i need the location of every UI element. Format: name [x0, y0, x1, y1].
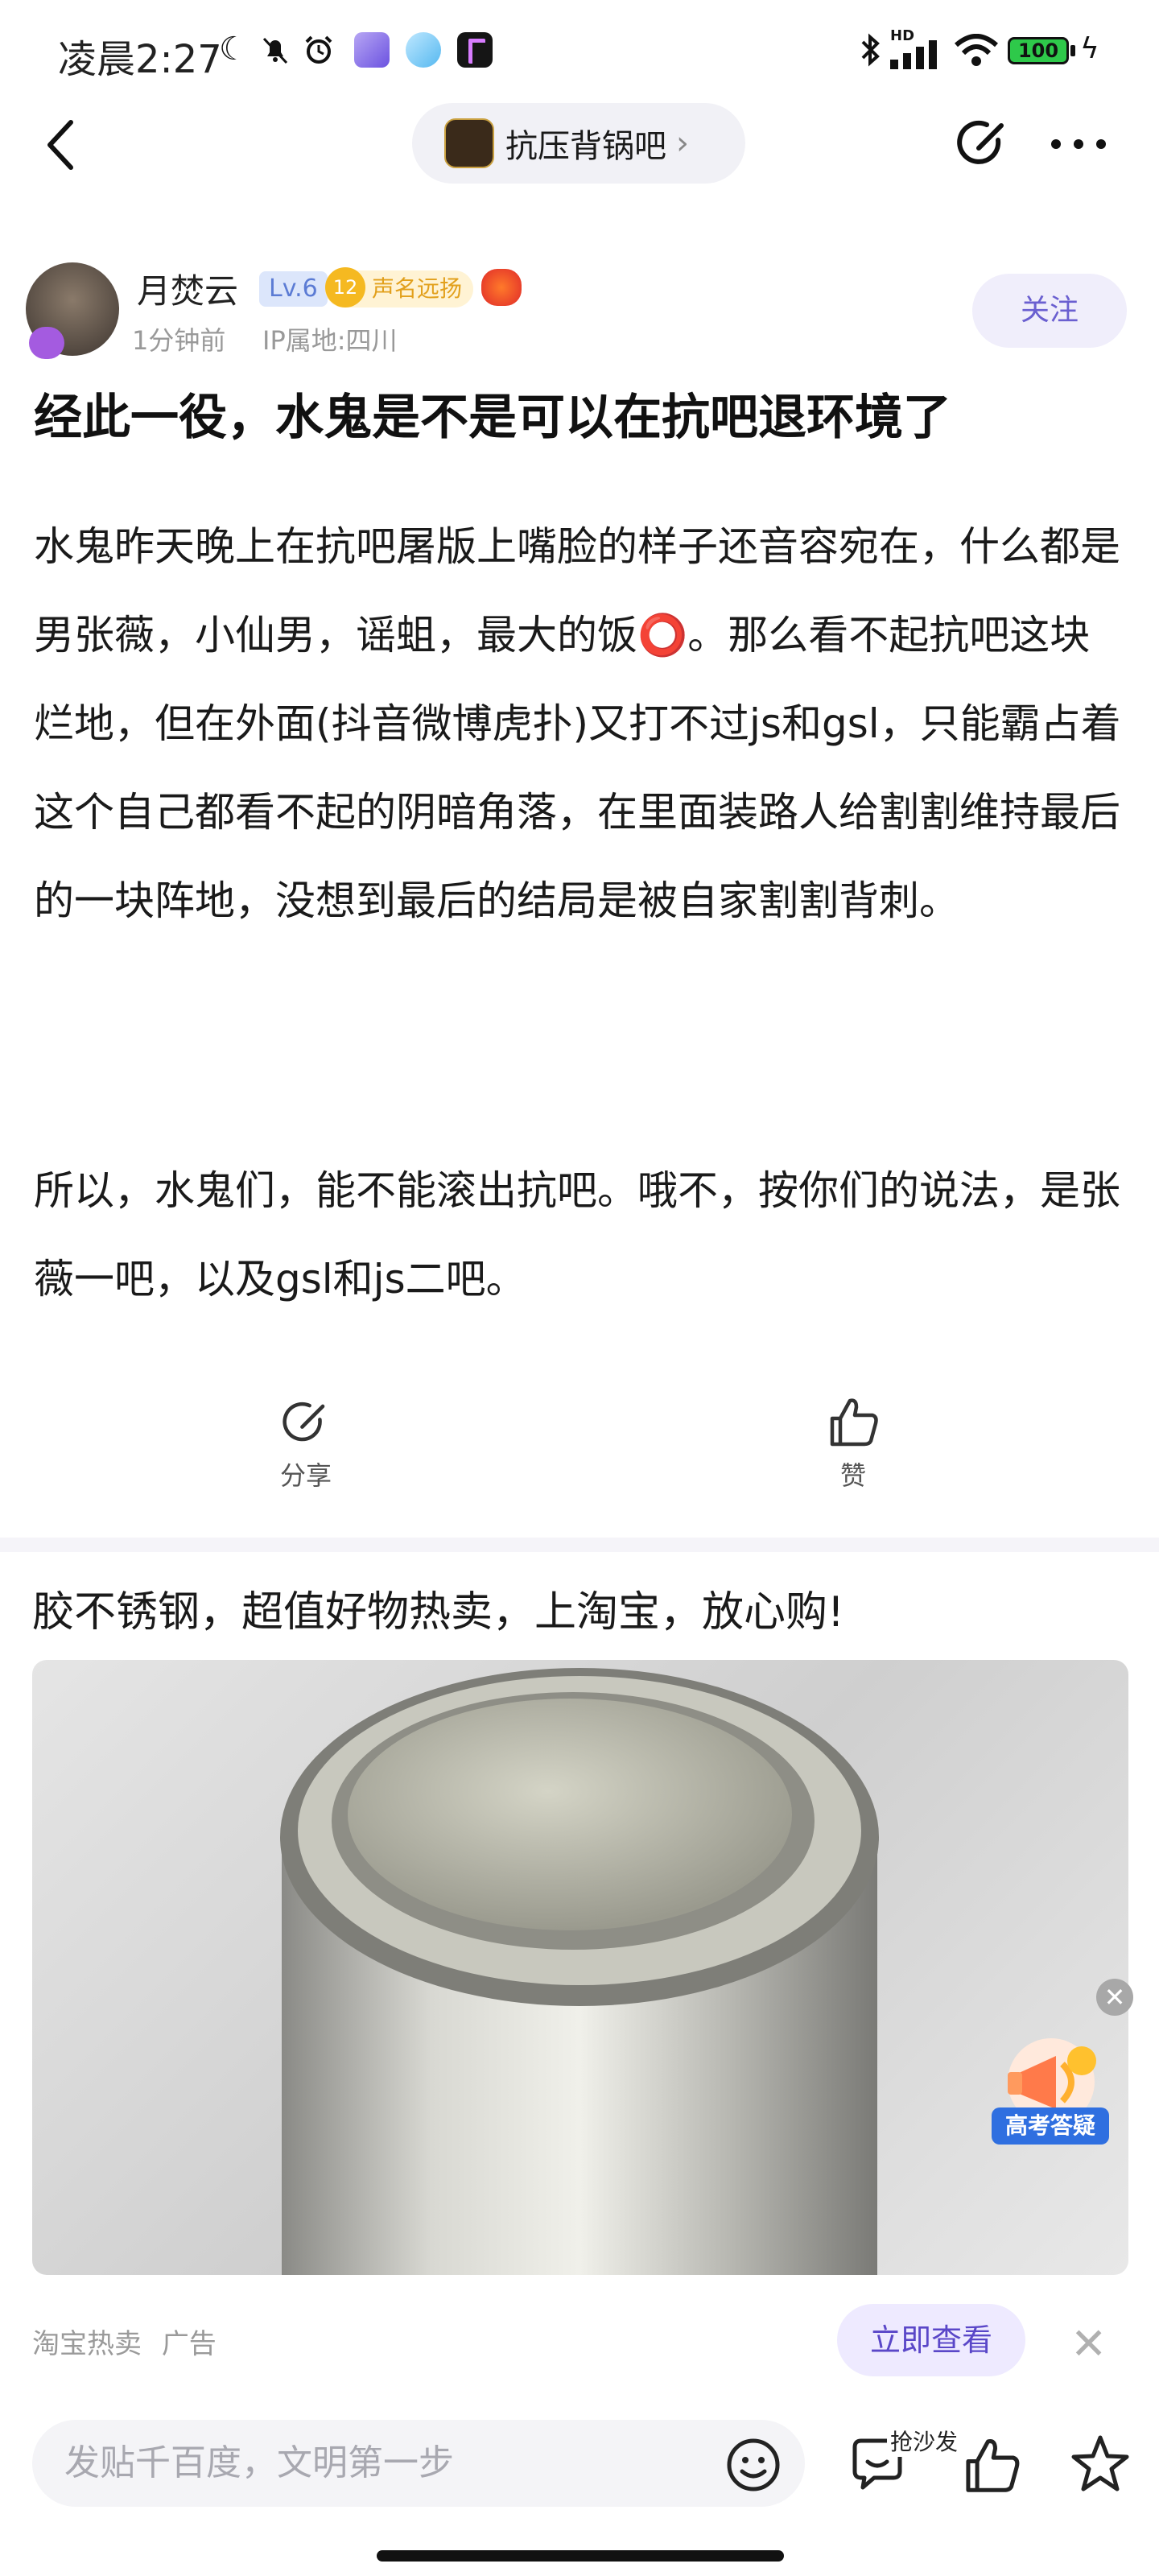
- post-paragraph: 所以，水鬼们，能不能滚出抗吧。哦不，按你们的说法，是张薇一吧，以及gsl和js二…: [34, 1167, 1120, 1302]
- forum-name: 抗压背锅吧: [505, 128, 666, 165]
- more-icon[interactable]: [1048, 134, 1109, 155]
- bluetooth-icon: [861, 33, 880, 67]
- comment-input[interactable]: 发贴千百度，文明第一步: [32, 2420, 805, 2507]
- follow-button[interactable]: 关注: [972, 274, 1127, 348]
- chevron-right-icon: ›: [676, 125, 689, 162]
- level-badge: Lv.6: [259, 271, 328, 307]
- sofa-label: 抢沙发: [887, 2425, 962, 2457]
- back-icon[interactable]: [40, 118, 80, 172]
- thumbs-up-icon[interactable]: [961, 2434, 1022, 2496]
- star-icon[interactable]: [1069, 2433, 1132, 2496]
- promo-label[interactable]: 高考答疑: [992, 2107, 1109, 2145]
- ad-tag: 广告: [161, 2328, 217, 2360]
- share-icon: [283, 1402, 325, 1442]
- share-button[interactable]: 分享: [241, 1397, 370, 1492]
- app-notification-icon: [354, 32, 390, 68]
- post-paragraph: 水鬼昨天晚上在抗吧屠版上嘴脸的样子还音容宛在，什么都是男张薇，小仙男，谣蛆，最大…: [34, 523, 1121, 924]
- ip-location: IP属地:四川: [262, 325, 398, 356]
- wifi-icon: [955, 34, 998, 66]
- ad-image[interactable]: [32, 1660, 1128, 2275]
- ad-source: 淘宝热卖 广告: [32, 2322, 217, 2361]
- like-label: 赞: [839, 1460, 866, 1491]
- status-time: 凌晨2:27: [58, 37, 222, 82]
- section-divider: [0, 1538, 1159, 1552]
- author-name[interactable]: 月焚云: [137, 264, 238, 313]
- emoji-icon[interactable]: [724, 2436, 782, 2494]
- thumbs-up-icon: [830, 1398, 878, 1447]
- forum-avatar: [444, 118, 494, 168]
- like-button[interactable]: 赞: [789, 1394, 918, 1492]
- post-time: 1分钟前: [132, 325, 226, 356]
- view-now-button[interactable]: 立即查看: [837, 2304, 1025, 2376]
- post-title: 经此一役，水鬼是不是可以在抗吧退环境了: [34, 390, 951, 446]
- tiktok-notification-icon: [457, 32, 493, 68]
- tin-can-illustration: [280, 1668, 879, 2275]
- gamepad-badge-icon: [481, 269, 522, 306]
- home-indicator: [377, 2550, 784, 2562]
- avatar-decoration: [29, 327, 64, 359]
- ad-close-icon[interactable]: ✕: [1070, 2318, 1107, 2369]
- ad-source-name: 淘宝热卖: [32, 2328, 142, 2360]
- charging-icon: ϟ: [1080, 32, 1099, 65]
- alarm-icon: [305, 35, 332, 64]
- battery-tip: [1070, 45, 1075, 56]
- forum-link[interactable]: 抗压背锅吧 ›: [412, 103, 745, 184]
- moon-icon: ☾: [219, 31, 248, 68]
- reputation-level-icon: 12: [325, 267, 365, 308]
- bell-muted-icon: [262, 37, 288, 64]
- battery-icon: 100: [1008, 37, 1069, 64]
- share-label: 分享: [279, 1460, 332, 1491]
- signal-icon: [890, 40, 937, 69]
- battery-level: 100: [1017, 39, 1059, 62]
- app-notification-icon: [406, 32, 441, 68]
- ad-title[interactable]: 胶不锈钢，超值好物热卖，上淘宝，放心购!: [32, 1578, 844, 1638]
- promo-close-icon[interactable]: ✕: [1096, 1979, 1133, 2016]
- edit-icon[interactable]: [955, 116, 1011, 172]
